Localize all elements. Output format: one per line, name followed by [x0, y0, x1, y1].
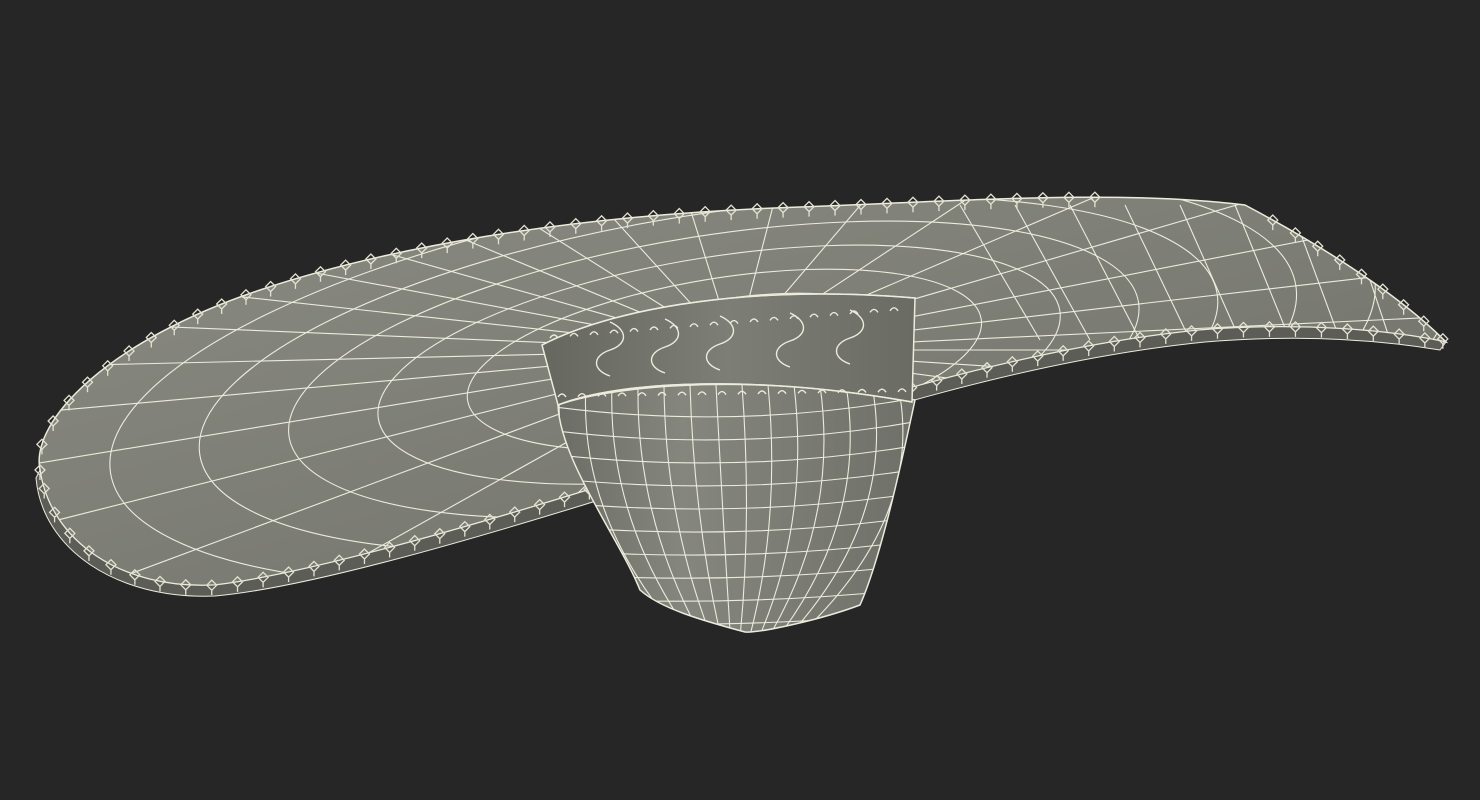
render-viewport [0, 0, 1480, 800]
brim-radial-wire [835, 380, 1383, 559]
sombrero-wireframe-render [34, 191, 1449, 633]
brim-radial-wire [852, 373, 1446, 514]
